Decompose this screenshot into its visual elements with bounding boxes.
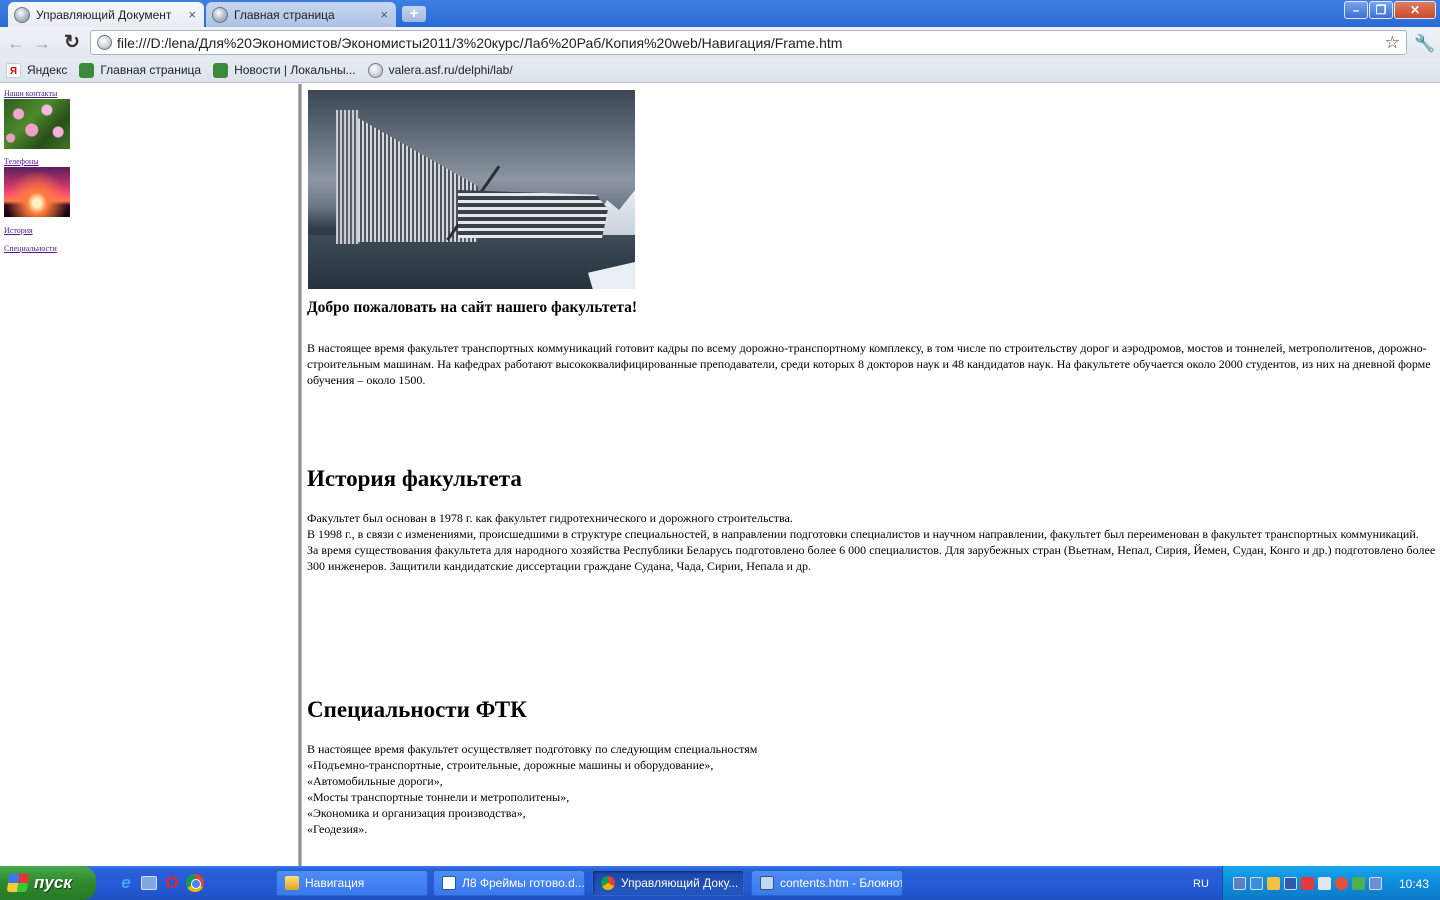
update-icon[interactable]	[1352, 877, 1365, 890]
connection-icon[interactable]	[1250, 877, 1263, 890]
maximize-button[interactable]: ❐	[1369, 1, 1393, 19]
faculty-building-image	[308, 90, 635, 289]
opera-icon[interactable]: O	[163, 874, 181, 892]
network-icon[interactable]	[1233, 877, 1246, 890]
monitor-icon[interactable]	[1284, 877, 1297, 890]
bookmark-news[interactable]: Новости | Локальны...	[213, 62, 356, 78]
intro-paragraph: В настоящее время факультет транспортных…	[307, 341, 1431, 387]
tab-home-page[interactable]: Главная страница ×	[206, 2, 396, 27]
specialty-line: «Геодезия».	[307, 822, 368, 836]
history-text: Факультет был основан в 1978 г. как факу…	[307, 510, 1437, 574]
tray-app-icon[interactable]	[1267, 877, 1280, 890]
security-icon[interactable]	[1335, 877, 1348, 890]
nav-link-phones[interactable]: Телефоны	[4, 157, 39, 166]
page-favicon-icon	[14, 6, 30, 23]
page-icon	[97, 35, 112, 50]
welcome-heading: Добро пожаловать на сайт нашего факульте…	[307, 299, 638, 316]
chrome-icon	[601, 876, 615, 890]
globe-icon	[367, 62, 383, 78]
address-bar[interactable]: file:///D:/lena/Для%20Экономистов/Эконом…	[90, 30, 1407, 55]
green-page-icon	[79, 62, 95, 78]
new-tab-button[interactable]: +	[402, 6, 426, 22]
start-label: пуск	[34, 873, 72, 892]
wrench-icon[interactable]: 🔧	[1414, 34, 1435, 54]
sunset-image[interactable]	[4, 167, 70, 217]
nav-link-specialties[interactable]: Специальности	[4, 244, 57, 253]
windows-flag-icon	[6, 874, 30, 892]
nav-link-history[interactable]: История	[4, 226, 33, 235]
bookmark-valera[interactable]: valera.asf.ru/delphi/lab/	[367, 62, 513, 78]
history-line: Факультет был основан в 1978 г. как факу…	[307, 511, 793, 525]
tab-close-icon[interactable]: ×	[188, 7, 196, 22]
specialty-line: «Автомобильные дороги»,	[307, 774, 443, 788]
task-notepad[interactable]: contents.htm - Блокнот	[751, 870, 903, 896]
green-page-icon	[213, 62, 229, 78]
forward-arrow-icon[interactable]: →	[31, 32, 53, 54]
nav-link-contacts[interactable]: Наши контакты	[4, 89, 57, 98]
task-word-document[interactable]: Л8 Фреймы готово.d...	[433, 870, 585, 896]
content-frame: Добро пожаловать на сайт нашего факульте…	[302, 84, 1440, 866]
bookmark-star-icon[interactable]: ☆	[1385, 33, 1400, 53]
word-icon	[442, 876, 456, 890]
tab-title: Главная страница	[234, 7, 335, 22]
bookmark-label: valera.asf.ru/delphi/lab/	[388, 63, 513, 77]
browser-toolbar: ← → ↻ file:///D:/lena/Для%20Экономистов/…	[0, 27, 1440, 58]
show-desktop-icon[interactable]	[141, 876, 157, 890]
clock: 10:43	[1399, 877, 1430, 891]
task-label: contents.htm - Блокнот	[780, 876, 903, 890]
specialty-line: «Экономика и организация производства»,	[307, 806, 526, 820]
specialty-line: «Мосты транспортные тоннели и метрополит…	[307, 790, 570, 804]
volume-icon[interactable]	[1318, 877, 1331, 890]
title-bar: Управляющий Документ × Главная страница …	[0, 0, 1440, 27]
specialty-line: В настоящее время факультет осуществляет…	[307, 742, 758, 756]
notepad-icon	[760, 876, 774, 890]
bookmark-yandex[interactable]: Я Яндекс	[6, 62, 68, 78]
back-arrow-icon[interactable]: ←	[5, 32, 27, 54]
device-icon[interactable]	[1369, 877, 1382, 890]
bookmarks-bar: Я Яндекс Главная страница Новости | Лока…	[0, 58, 1440, 83]
language-indicator[interactable]: RU	[1193, 878, 1209, 890]
internet-explorer-icon[interactable]: e	[117, 874, 135, 892]
navigation-frame: Наши контакты Телефоны История Специальн…	[0, 84, 298, 866]
tab-close-icon[interactable]: ×	[380, 7, 388, 22]
bookmark-label: Главная страница	[100, 63, 202, 77]
tab-title: Управляющий Документ	[36, 7, 172, 22]
history-line: В 1998 г., в связи с изменениями, происш…	[307, 527, 1419, 541]
start-button[interactable]: пуск	[0, 866, 96, 900]
bookmark-label: Новости | Локальны...	[234, 63, 356, 77]
bookmark-label: Яндекс	[27, 63, 68, 77]
minimize-button[interactable]: –	[1344, 1, 1368, 19]
chrome-icon[interactable]	[186, 874, 204, 892]
folder-icon	[285, 876, 299, 890]
task-label: Навигация	[305, 876, 365, 890]
history-line: За время существования факультета для на…	[307, 543, 1436, 573]
bookmark-home-page[interactable]: Главная страница	[79, 62, 202, 78]
tab-control-document[interactable]: Управляющий Документ ×	[8, 2, 204, 27]
taskbar: пуск e O Навигация Л8 Фреймы готово.d...…	[0, 866, 1440, 900]
antivirus-icon[interactable]	[1301, 877, 1314, 890]
yandex-icon: Я	[6, 62, 21, 78]
address-url[interactable]: file:///D:/lena/Для%20Экономистов/Эконом…	[117, 35, 1385, 51]
task-chrome-window[interactable]: Управляющий Доку...	[592, 870, 744, 896]
water-lilies-image[interactable]	[4, 99, 70, 149]
specialties-text: В настоящее время факультет осуществляет…	[307, 741, 1437, 837]
task-label: Л8 Фреймы готово.d...	[462, 876, 585, 890]
close-window-button[interactable]: ✕	[1394, 1, 1436, 19]
reload-icon[interactable]: ↻	[61, 32, 83, 54]
specialty-line: «Подъемно-транспортные, строительные, до…	[307, 758, 714, 772]
task-label: Управляющий Доку...	[621, 876, 739, 890]
page-favicon-icon	[212, 6, 228, 23]
specialties-heading: Специальности ФТК	[307, 697, 527, 722]
task-navigation-folder[interactable]: Навигация	[276, 870, 428, 896]
history-heading: История факультета	[307, 466, 522, 491]
